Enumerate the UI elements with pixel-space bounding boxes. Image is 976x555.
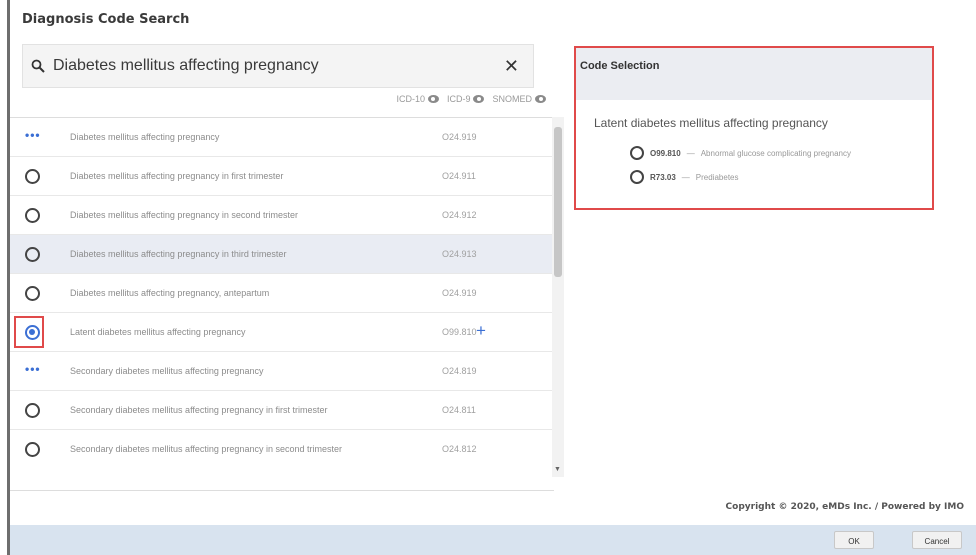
code-option-radio[interactable] (630, 146, 644, 160)
code-selection-header (576, 48, 932, 100)
result-radio[interactable] (25, 208, 40, 223)
result-code: O24.912 (442, 210, 477, 220)
dialog-title: Diagnosis Code Search (22, 12, 190, 27)
code-set-icd10[interactable]: ICD-10 (396, 94, 439, 104)
result-description: Secondary diabetes mellitus affecting pr… (70, 405, 328, 415)
result-radio-selected[interactable] (25, 325, 40, 340)
search-input[interactable]: Diabetes mellitus affecting pregnancy ✕ (22, 44, 534, 88)
code-selection-heading: Latent diabetes mellitus affecting pregn… (594, 116, 828, 130)
result-code: O99.810 (442, 327, 477, 337)
result-code: O24.919 (442, 288, 477, 298)
code-option-code: O99.810 (650, 148, 681, 158)
eye-icon (473, 95, 485, 103)
ok-button[interactable]: OK (834, 531, 874, 549)
code-option-separator: — (681, 172, 690, 182)
list-item[interactable]: Diabetes mellitus affecting pregnancy in… (10, 196, 554, 235)
list-item[interactable]: Diabetes mellitus affecting pregnancy, a… (10, 274, 554, 313)
scroll-thumb[interactable] (554, 127, 562, 277)
code-set-label: ICD-9 (446, 94, 471, 104)
result-description: Diabetes mellitus affecting pregnancy, a… (70, 288, 270, 298)
code-set-snomed[interactable]: SNOMED (492, 94, 546, 104)
eye-icon (427, 95, 439, 103)
result-code: O24.819 (442, 366, 477, 376)
code-option-radio[interactable] (630, 170, 644, 184)
code-option-description: Prediabetes (695, 172, 739, 182)
code-option[interactable]: O99.810 — Abnormal glucose complicating … (630, 146, 851, 160)
eye-icon (535, 95, 546, 103)
result-description: Diabetes mellitus affecting pregnancy (70, 132, 220, 142)
code-set-toggles: ICD-10 ICD-9 SNOMED (396, 94, 546, 104)
plus-icon[interactable]: + (476, 322, 486, 339)
search-value: Diabetes mellitus affecting pregnancy (53, 57, 319, 74)
list-item[interactable]: Secondary diabetes mellitus affecting pr… (10, 430, 554, 468)
result-description: Diabetes mellitus affecting pregnancy in… (70, 171, 284, 181)
result-code: O24.919 (442, 132, 477, 142)
result-radio[interactable] (25, 403, 40, 418)
result-description: Latent diabetes mellitus affecting pregn… (70, 327, 246, 337)
list-item[interactable]: ••• Secondary diabetes mellitus affectin… (10, 352, 554, 391)
result-radio[interactable] (25, 169, 40, 184)
result-radio[interactable] (25, 286, 40, 301)
result-radio[interactable] (25, 247, 40, 262)
code-set-icd9[interactable]: ICD-9 (447, 94, 485, 104)
result-description: Secondary diabetes mellitus affecting pr… (70, 444, 342, 454)
results-list: ••• Diabetes mellitus affecting pregnanc… (10, 117, 554, 468)
cancel-button[interactable]: Cancel (912, 531, 962, 549)
result-code: O24.811 (442, 405, 476, 415)
divider (10, 490, 554, 491)
list-item[interactable]: Latent diabetes mellitus affecting pregn… (10, 313, 554, 352)
result-code: O24.911 (442, 171, 476, 181)
list-item[interactable]: Diabetes mellitus affecting pregnancy in… (10, 157, 554, 196)
code-set-label: SNOMED (492, 94, 532, 104)
result-description: Diabetes mellitus affecting pregnancy in… (70, 210, 298, 220)
code-selection-panel: Code Selection Latent diabetes mellitus … (574, 46, 934, 210)
result-description: Secondary diabetes mellitus affecting pr… (70, 366, 264, 376)
results-scrollbar[interactable]: ▼ (552, 117, 564, 477)
close-icon[interactable]: ✕ (504, 57, 519, 75)
list-item[interactable]: ••• Diabetes mellitus affecting pregnanc… (10, 118, 554, 157)
search-icon (31, 59, 45, 73)
code-option-separator: — (686, 148, 695, 158)
code-option-description: Abnormal glucose complicating pregnancy (700, 148, 852, 158)
result-description: Diabetes mellitus affecting pregnancy in… (70, 249, 287, 259)
dialog-footer: OK Cancel (10, 525, 976, 555)
copyright-text: Copyright © 2020, eMDs Inc. / Powered by… (725, 502, 964, 512)
more-icon[interactable]: ••• (25, 129, 40, 145)
code-option-code: R73.03 (650, 172, 676, 182)
result-radio[interactable] (25, 442, 40, 457)
code-set-label: ICD-10 (396, 94, 425, 104)
scroll-down-icon[interactable]: ▼ (554, 466, 561, 473)
more-icon[interactable]: ••• (25, 363, 40, 379)
result-code: O24.913 (442, 249, 477, 259)
list-item[interactable]: Secondary diabetes mellitus affecting pr… (10, 391, 554, 430)
list-item[interactable]: Diabetes mellitus affecting pregnancy in… (10, 235, 554, 274)
code-selection-title: Code Selection (580, 60, 660, 72)
code-option[interactable]: R73.03 — Prediabetes (630, 170, 739, 184)
result-code: O24.812 (442, 444, 477, 454)
